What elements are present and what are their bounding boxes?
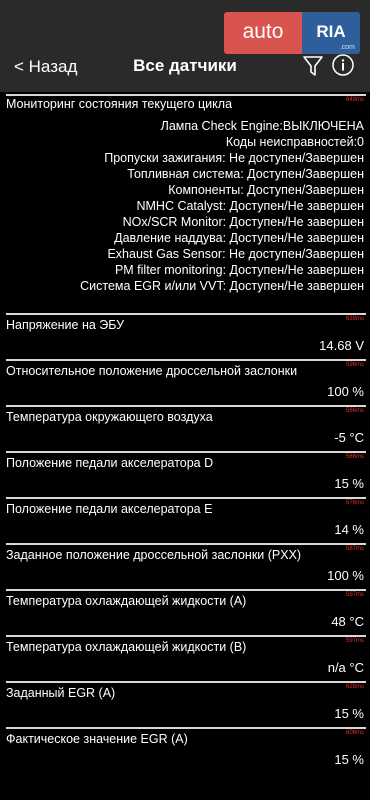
monitor-line: Топливная система: Доступен/Завершен — [127, 167, 364, 181]
latency-label: 566ms — [345, 454, 364, 460]
monitor-line: PM filter monitoring: Доступен/Не заверш… — [114, 263, 364, 277]
monitor-line: Компоненты: Доступен/Завершен — [168, 183, 364, 197]
separator — [6, 359, 366, 361]
sensor-row[interactable]: 639ms Напряжение на ЭБУ 14.68 V — [0, 313, 370, 358]
sensor-value: 100 % — [327, 568, 364, 583]
sensor-row[interactable]: 628ms Заданный EGR (A) 15 % — [0, 681, 370, 726]
monitor-line: Exhaust Gas Sensor: Не доступен/Завершен — [107, 247, 364, 261]
sensor-value: 14.68 V — [319, 338, 364, 353]
sensor-row[interactable]: 576ms Положение педали акселератора E 14… — [0, 497, 370, 542]
sensor-row[interactable]: 597ms Температура охлаждающей жидкости (… — [0, 589, 370, 634]
sensor-value: 15 % — [334, 476, 364, 491]
monitor-line: Пропуски зажигания: Не доступен/Завершен — [104, 151, 364, 165]
separator — [6, 543, 366, 545]
sensor-value: -5 °C — [334, 430, 364, 445]
separator — [6, 405, 366, 407]
latency-label: 596ms — [345, 362, 364, 368]
sensor-row[interactable]: 566ms Температура окружающего воздуха -5… — [0, 405, 370, 450]
sensor-row[interactable]: 597ms Температура охлаждающей жидкости (… — [0, 635, 370, 680]
separator — [6, 635, 366, 637]
sensor-row[interactable]: 587ms Заданное положение дроссельной зас… — [0, 543, 370, 588]
monitor-card: 649ms Мониторинг состояния текущего цикл… — [0, 92, 370, 312]
monitor-line: Коды неисправностей:0 — [225, 135, 364, 149]
sensor-label: Температура окружающего воздуха — [6, 410, 213, 424]
latency-label: 597ms — [345, 638, 364, 644]
separator — [6, 727, 366, 729]
sensor-label: Фактическое значение EGR (A) — [6, 732, 188, 746]
latency-label: 639ms — [345, 316, 364, 322]
sensor-value: n/a °C — [327, 660, 364, 675]
monitor-line: NOx/SCR Monitor: Доступен/Не завершен — [122, 215, 364, 229]
sensor-value: 15 % — [334, 706, 364, 721]
separator — [6, 451, 366, 453]
info-icon[interactable] — [332, 54, 354, 76]
latency-label: 576ms — [345, 500, 364, 506]
sensor-value: 100 % — [327, 384, 364, 399]
latency-label: 628ms — [345, 684, 364, 690]
separator — [6, 94, 366, 96]
filter-icon[interactable] — [302, 54, 324, 78]
sensor-value: 15 % — [334, 752, 364, 767]
sensor-value: 14 % — [334, 522, 364, 537]
sensor-label: Температура охлаждающей жидкости (A) — [6, 594, 247, 608]
sensor-label: Положение педали акселератора D — [6, 456, 214, 470]
latency-label: 587ms — [345, 546, 364, 552]
sensor-label: Положение педали акселератора E — [6, 502, 213, 516]
monitor-title: Мониторинг состояния текущего цикла — [6, 97, 233, 111]
sensor-label: Температура охлаждающей жидкости (B) — [6, 640, 247, 654]
sensor-label: Напряжение на ЭБУ — [6, 318, 125, 332]
sensor-row[interactable]: 566ms Положение педали акселератора D 15… — [0, 451, 370, 496]
latency-label: 649ms — [345, 97, 364, 103]
latency-label: 597ms — [345, 592, 364, 598]
separator — [6, 589, 366, 591]
sensor-label: Заданное положение дроссельной заслонки … — [6, 548, 302, 562]
separator — [6, 497, 366, 499]
nav-bar: < Назад Все датчики auto RIA .com — [0, 0, 370, 92]
separator — [6, 313, 366, 315]
watermark-logo: auto RIA .com — [224, 12, 360, 54]
sensor-row[interactable]: 608ms Фактическое значение EGR (A) 15 % — [0, 727, 370, 772]
separator — [6, 681, 366, 683]
latency-label: 566ms — [345, 408, 364, 414]
monitor-line: NMHC Catalyst: Доступен/Не завершен — [136, 199, 364, 213]
logo-auto: auto — [224, 12, 302, 54]
sensor-label: Относительное положение дроссельной засл… — [6, 364, 298, 378]
latency-label: 608ms — [345, 730, 364, 736]
monitor-line: Давление наддува: Доступен/Не завершен — [114, 231, 364, 245]
sensor-value: 48 °C — [331, 614, 364, 629]
sensor-label: Заданный EGR (A) — [6, 686, 116, 700]
logo-com: .com — [339, 44, 355, 51]
sensor-row[interactable]: 596ms Относительное положение дроссельно… — [0, 359, 370, 404]
monitor-line: Лампа Check Engine:ВЫКЛЮЧЕНА — [160, 119, 364, 133]
monitor-line: Система EGR и/или VVT: Доступен/Не завер… — [80, 279, 364, 293]
